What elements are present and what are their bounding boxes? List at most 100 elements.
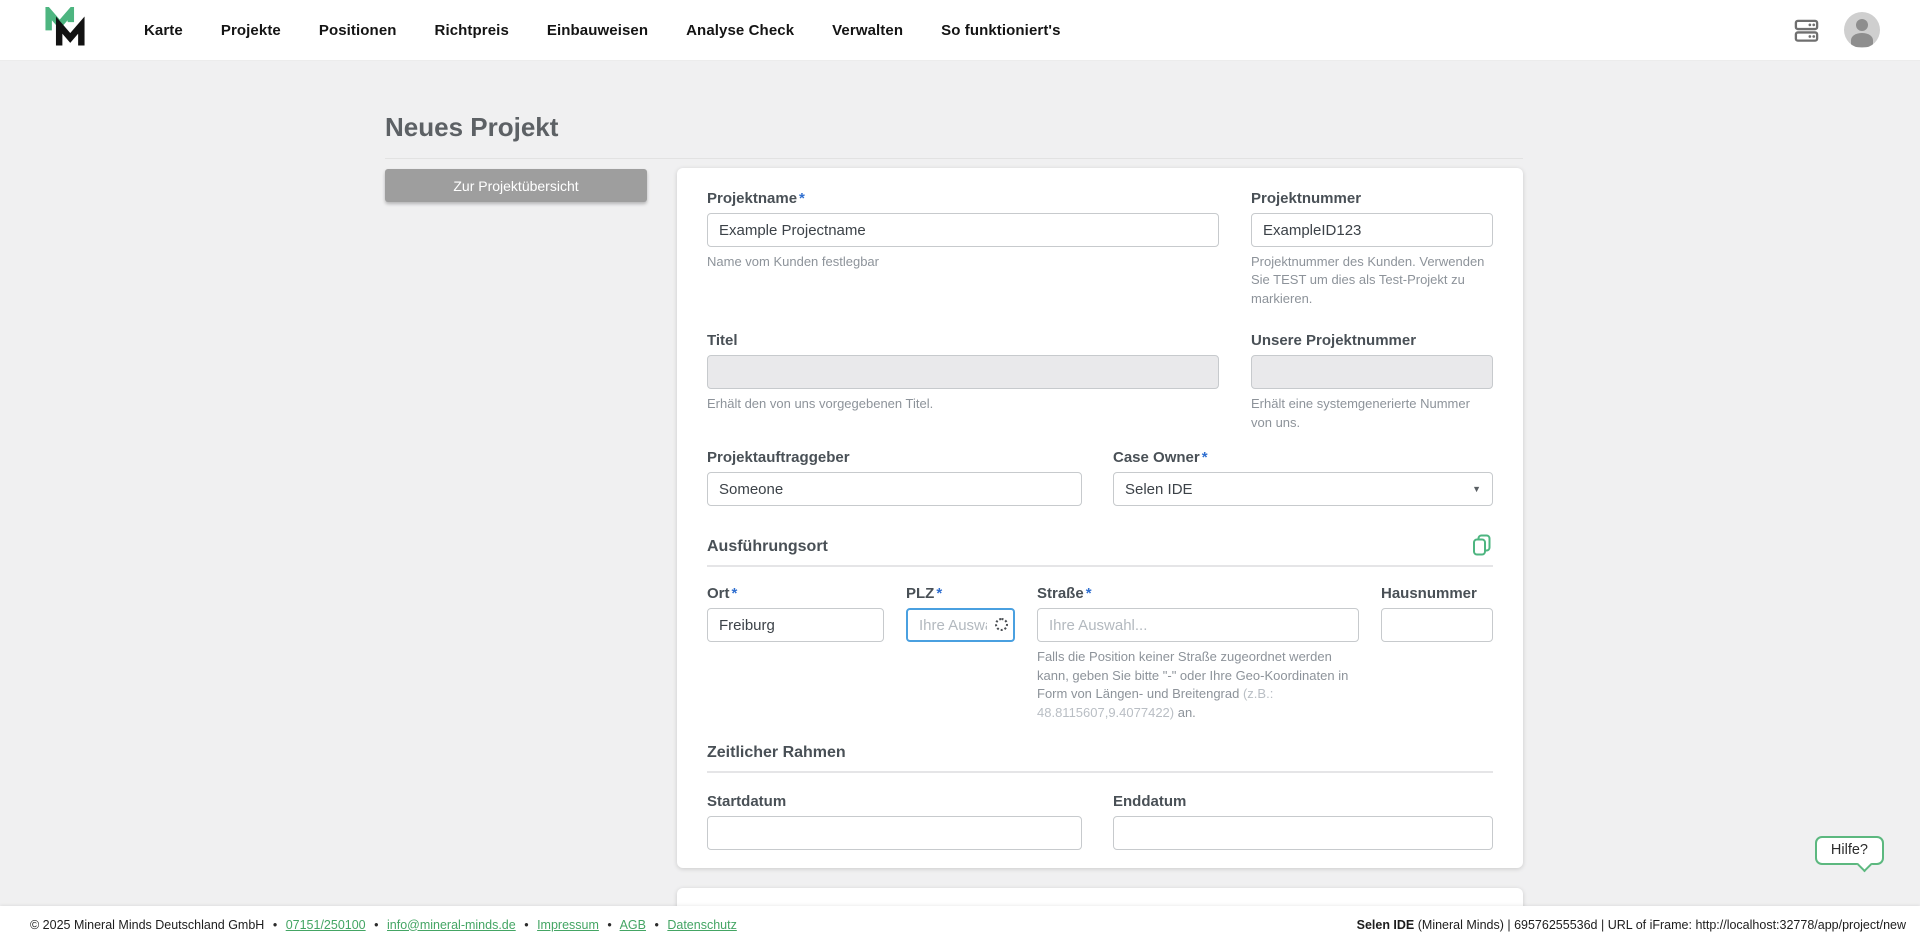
footer-link-phone[interactable]: 07151/250100 bbox=[286, 918, 366, 932]
projektname-helper: Name vom Kunden festlegbar bbox=[707, 254, 879, 269]
field-ort: Ort * bbox=[707, 585, 884, 722]
copyright-text: © 2025 Mineral Minds Deutschland GmbH bbox=[30, 917, 265, 932]
main-nav: Karte Projekte Positionen Richtpreis Ein… bbox=[144, 22, 1061, 39]
nav-item-einbauweisen[interactable]: Einbauweisen bbox=[547, 22, 648, 39]
case-owner-select[interactable]: Selen IDE ▼ bbox=[1113, 472, 1493, 507]
strasse-helper-main: Falls die Position keiner Straße zugeord… bbox=[1037, 649, 1349, 702]
required-asterisk: * bbox=[1085, 585, 1092, 603]
top-navigation-bar: Karte Projekte Positionen Richtpreis Ein… bbox=[0, 0, 1920, 61]
footer-link-impressum[interactable]: Impressum bbox=[537, 918, 599, 932]
projektauftraggeber-input[interactable] bbox=[707, 472, 1082, 507]
unsere-projektnummer-helper: Erhält eine systemgenerierte Nummer von … bbox=[1251, 396, 1470, 430]
row-titel-unsere-projektnummer: Titel Erhält den von uns vorgegebenen Ti… bbox=[707, 332, 1493, 432]
hausnummer-label: Hausnummer bbox=[1381, 585, 1477, 603]
plz-label-text: PLZ bbox=[906, 585, 935, 603]
footer-link-agb[interactable]: AGB bbox=[620, 918, 646, 932]
nav-item-verwalten[interactable]: Verwalten bbox=[832, 22, 903, 39]
footer-session-info: (Mineral Minds) | 69576255536d | URL of … bbox=[1414, 917, 1906, 932]
required-asterisk: * bbox=[936, 585, 943, 603]
footer-session-user: Selen IDE bbox=[1356, 917, 1415, 932]
nav-item-positionen[interactable]: Positionen bbox=[319, 22, 397, 39]
page-title: Neues Projekt bbox=[385, 112, 559, 142]
enddatum-input[interactable] bbox=[1113, 816, 1493, 851]
hilfe-button-label: Hilfe? bbox=[1830, 842, 1868, 858]
section-zeitlicher-rahmen: Zeitlicher Rahmen bbox=[707, 744, 1493, 774]
nav-item-richtpreis[interactable]: Richtpreis bbox=[435, 22, 509, 39]
strasse-helper-suffix: an. bbox=[1174, 704, 1196, 720]
footer-separator: • bbox=[374, 917, 379, 932]
unsere-projektnummer-input bbox=[1251, 355, 1493, 390]
case-owner-selected-value: Selen IDE bbox=[1125, 480, 1193, 498]
strasse-label-text: Straße bbox=[1037, 585, 1084, 603]
hilfe-button[interactable]: Hilfe? bbox=[1814, 836, 1884, 873]
header-right-controls bbox=[1793, 12, 1880, 48]
user-avatar[interactable] bbox=[1844, 12, 1880, 48]
footer-separator: • bbox=[654, 917, 659, 932]
copy-icon bbox=[1471, 534, 1493, 559]
footer-link-email[interactable]: info@mineral-minds.de bbox=[387, 918, 516, 932]
footer-separator: • bbox=[607, 917, 612, 932]
required-asterisk: * bbox=[1201, 449, 1208, 467]
required-asterisk: * bbox=[799, 190, 805, 207]
case-owner-label-text: Case Owner bbox=[1113, 449, 1200, 467]
projektname-label: Projektname * bbox=[707, 190, 1219, 207]
required-asterisk: * bbox=[731, 585, 738, 603]
enddatum-label: Enddatum bbox=[1113, 793, 1187, 811]
footer-separator: • bbox=[272, 917, 278, 932]
ort-label-text: Ort bbox=[707, 585, 730, 603]
ort-input[interactable] bbox=[707, 608, 884, 643]
plz-input-wrapper bbox=[906, 608, 1015, 643]
projektnummer-input[interactable] bbox=[1251, 213, 1493, 247]
field-projektauftraggeber: Projektauftraggeber bbox=[707, 449, 1082, 507]
field-unsere-projektnummer: Unsere Projektnummer Erhält eine systemg… bbox=[1251, 332, 1493, 432]
field-projektname: Projektname* Name vom Kunden festlegbar bbox=[707, 190, 1219, 308]
projektnummer-helper: Projektnummer des Kunden. Verwenden Sie … bbox=[1251, 254, 1485, 306]
row-address: Ort* PLZ* Straße* Falls die Position kei… bbox=[707, 585, 1493, 722]
strasse-input[interactable] bbox=[1037, 608, 1359, 643]
new-project-form-card: Projektname* Name vom Kunden festlegbar … bbox=[677, 168, 1523, 868]
row-auftraggeber-caseowner: Projektauftraggeber Case Owner* Selen ID… bbox=[707, 449, 1493, 507]
footer-separator: • bbox=[524, 917, 529, 932]
chevron-down-icon: ▼ bbox=[1472, 484, 1481, 495]
field-plz: PLZ * bbox=[906, 585, 1015, 722]
nav-item-projekte[interactable]: Projekte bbox=[221, 22, 281, 39]
field-titel: Titel Erhält den von uns vorgegebenen Ti… bbox=[707, 332, 1219, 432]
title-divider bbox=[385, 158, 1523, 159]
footer-bar: © 2025 Mineral Minds Deutschland GmbH • … bbox=[0, 906, 1920, 943]
startdatum-label: Startdatum bbox=[707, 793, 787, 811]
footer-left: © 2025 Mineral Minds Deutschland GmbH • … bbox=[30, 918, 737, 932]
projektauftraggeber-label: Projektauftraggeber bbox=[707, 449, 850, 467]
nav-item-karte[interactable]: Karte bbox=[144, 22, 183, 39]
nav-item-so-funktionierts[interactable]: So funktioniert's bbox=[941, 22, 1060, 39]
titel-helper: Erhält den von uns vorgegebenen Titel. bbox=[707, 396, 934, 412]
nav-item-analyse-check[interactable]: Analyse Check bbox=[686, 22, 794, 39]
mineral-minds-logo[interactable] bbox=[44, 2, 86, 54]
ausfuehrungsort-title: Ausführungsort bbox=[707, 538, 828, 556]
projektnummer-label: Projektnummer bbox=[1251, 190, 1362, 207]
row-projektname-projektnummer: Projektname* Name vom Kunden festlegbar … bbox=[707, 190, 1493, 308]
server-icon[interactable] bbox=[1793, 17, 1820, 44]
hausnummer-input[interactable] bbox=[1381, 608, 1493, 643]
field-hausnummer: Hausnummer bbox=[1381, 585, 1493, 722]
zeitlicher-rahmen-title: Zeitlicher Rahmen bbox=[707, 744, 846, 762]
projektname-input[interactable] bbox=[707, 213, 1219, 247]
startdatum-input[interactable] bbox=[707, 816, 1082, 851]
speech-bubble-tail bbox=[1856, 856, 1873, 873]
ort-label: Ort * bbox=[707, 585, 884, 602]
plz-label: PLZ * bbox=[906, 585, 1015, 602]
strasse-helper: Falls die Position keiner Straße zugeord… bbox=[1037, 648, 1359, 722]
zur-projektuebersicht-button[interactable]: Zur Projektübersicht bbox=[385, 169, 647, 202]
field-startdatum: Startdatum bbox=[707, 793, 1082, 851]
copy-address-button[interactable] bbox=[1471, 534, 1493, 556]
projektname-label-text: Projektname bbox=[707, 190, 798, 207]
app-viewport: Karte Projekte Positionen Richtpreis Ein… bbox=[0, 0, 1920, 943]
footer-link-datenschutz[interactable]: Datenschutz bbox=[667, 918, 736, 932]
case-owner-label: Case Owner * bbox=[1113, 449, 1493, 466]
titel-label: Titel bbox=[707, 332, 738, 350]
field-enddatum: Enddatum bbox=[1113, 793, 1493, 851]
strasse-label: Straße * bbox=[1037, 585, 1359, 602]
titel-input bbox=[707, 355, 1219, 390]
unsere-projektnummer-label: Unsere Projektnummer bbox=[1251, 332, 1417, 350]
logo-icon bbox=[44, 2, 86, 54]
footer-right: Selen IDE (Mineral Minds) | 69576255536d… bbox=[1357, 918, 1906, 932]
